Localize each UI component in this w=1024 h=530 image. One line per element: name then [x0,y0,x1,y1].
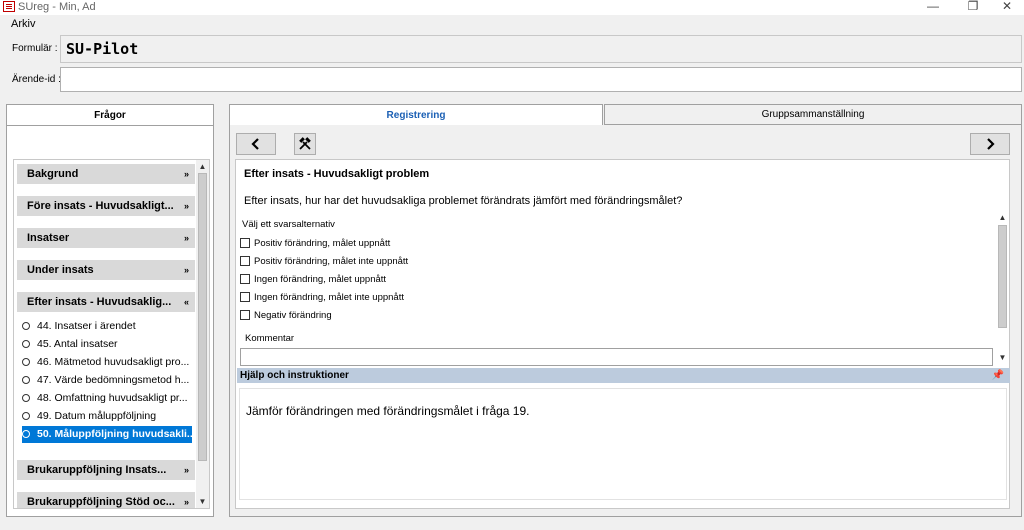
section-insatser[interactable]: Insatser » [17,228,195,248]
list-item-45[interactable]: 45. Antal insatser [22,336,192,353]
help-header: Hjälp och instruktioner 📌 [237,368,1010,383]
tab-registrering[interactable]: Registrering [229,104,603,126]
comment-label: Kommentar [245,333,295,344]
chevron-down-icon: » [183,497,189,507]
list-item-47[interactable]: 47. Värde bedömningsmetod h... [22,372,192,389]
section-under-insats[interactable]: Under insats » [17,260,195,280]
tab-gruppsammanstallning[interactable]: Gruppsammanställning [604,104,1022,125]
list-item-50-selected[interactable]: 50. Måluppföljning huvudsakli... [22,426,192,443]
chevron-down-icon: » [183,233,189,243]
option-none-achieved[interactable]: Ingen förändring, målet uppnått [240,274,386,288]
radio-icon [22,322,30,330]
minimize-button[interactable]: — [918,0,948,14]
option-positive-achieved[interactable]: Positiv förändring, målet uppnått [240,238,390,252]
scroll-up-icon[interactable]: ▲ [998,213,1007,222]
help-text: Jämför förändringen med förändringsmålet… [246,404,530,418]
menu-arkiv[interactable]: Arkiv [11,18,35,30]
formular-value: SU-Pilot [66,40,139,58]
title-bar [0,0,1024,15]
item-label: 49. Datum måluppföljning [37,410,157,422]
previous-button[interactable] [236,133,276,155]
list-item-46[interactable]: 46. Mätmetod huvudsakligt pro... [22,354,192,371]
item-label: 44. Insatser i ärendet [37,320,136,332]
choose-option-label: Välj ett svarsalternativ [242,219,335,230]
close-button[interactable]: ✕ [992,0,1022,14]
arende-id-input[interactable] [60,67,1022,92]
chevron-left-icon [251,138,259,150]
section-brukaruppfoljning-stod[interactable]: Brukaruppföljning Stöd oc... » [17,492,195,508]
radio-icon [22,376,30,384]
section-label: Brukaruppföljning Insats... [27,464,167,476]
tools-button[interactable] [294,133,316,155]
question-text: Efter insats, hur har det huvudsakliga p… [244,195,683,207]
questions-list: Bakgrund » Före insats - Huvudsakligt...… [13,159,210,509]
chevron-up-icon: « [183,297,189,307]
question-scrollbar-thumb[interactable] [998,225,1007,328]
arende-label: Ärende-id : [12,74,61,85]
question-title: Efter insats - Huvudsakligt problem [244,168,430,180]
formular-label: Formulär : [12,43,58,54]
radio-icon [22,340,30,348]
checkbox[interactable] [240,256,250,266]
radio-icon [22,358,30,366]
option-label: Negativ förändring [254,310,332,321]
item-label: 48. Omfattning huvudsakligt pr... [37,392,188,404]
section-label: Bakgrund [27,168,79,180]
section-bakgrund[interactable]: Bakgrund » [17,164,195,184]
scroll-down-icon[interactable]: ▼ [998,353,1007,362]
comment-input[interactable] [240,348,993,366]
app-icon [3,1,15,12]
scroll-up-icon[interactable]: ▲ [198,162,207,171]
window-title: SUreg - Min, Ad [18,1,96,13]
section-label: Insatser [27,232,70,244]
section-label: Brukaruppföljning Stöd oc... [27,496,175,508]
option-negative[interactable]: Negativ förändring [240,310,332,324]
option-positive-not-achieved[interactable]: Positiv förändring, målet inte uppnått [240,256,408,270]
list-item-48[interactable]: 48. Omfattning huvudsakligt pr... [22,390,192,407]
radio-icon [22,394,30,402]
chevron-down-icon: » [183,465,189,475]
item-label: 45. Antal insatser [37,338,118,350]
list-item-49[interactable]: 49. Datum måluppföljning [22,408,192,425]
section-label: Före insats - Huvudsakligt... [27,200,174,212]
section-efter-insats[interactable]: Efter insats - Huvudsaklig... « [17,292,195,312]
questions-scrollbar-thumb[interactable] [198,173,207,461]
section-label: Efter insats - Huvudsaklig... [27,296,172,308]
chevron-down-icon: » [183,169,189,179]
checkbox[interactable] [240,292,250,302]
chevron-right-icon [987,138,995,150]
checkbox[interactable] [240,310,250,320]
scroll-down-icon[interactable]: ▼ [198,497,207,506]
section-brukaruppfoljning-insats[interactable]: Brukaruppföljning Insats... » [17,460,195,480]
item-label: 47. Värde bedömningsmetod h... [37,374,190,386]
chevron-down-icon: » [183,201,189,211]
pin-icon[interactable]: 📌 [992,368,1004,383]
formular-field [60,35,1022,63]
help-header-label: Hjälp och instruktioner [240,370,349,381]
option-label: Positiv förändring, målet uppnått [254,238,391,249]
section-fore-insats[interactable]: Före insats - Huvudsakligt... » [17,196,195,216]
radio-icon [22,430,30,438]
list-item-44[interactable]: 44. Insatser i ärendet [22,318,192,335]
tools-icon [299,137,311,150]
option-label: Ingen förändring, målet inte uppnått [254,292,404,303]
checkbox[interactable] [240,274,250,284]
checkbox[interactable] [240,238,250,248]
section-label: Under insats [27,264,94,276]
option-label: Positiv förändring, målet inte uppnått [254,256,409,267]
radio-icon [22,412,30,420]
chevron-down-icon: » [183,265,189,275]
tab-fragor[interactable]: Frågor [6,104,214,126]
next-button[interactable] [970,133,1010,155]
option-none-not-achieved[interactable]: Ingen förändring, målet inte uppnått [240,292,404,306]
item-label: 46. Mätmetod huvudsakligt pro... [37,356,190,368]
option-label: Ingen förändring, målet uppnått [254,274,387,285]
restore-button[interactable]: ❐ [958,0,988,14]
item-label: 50. Måluppföljning huvudsakli... [37,428,192,440]
